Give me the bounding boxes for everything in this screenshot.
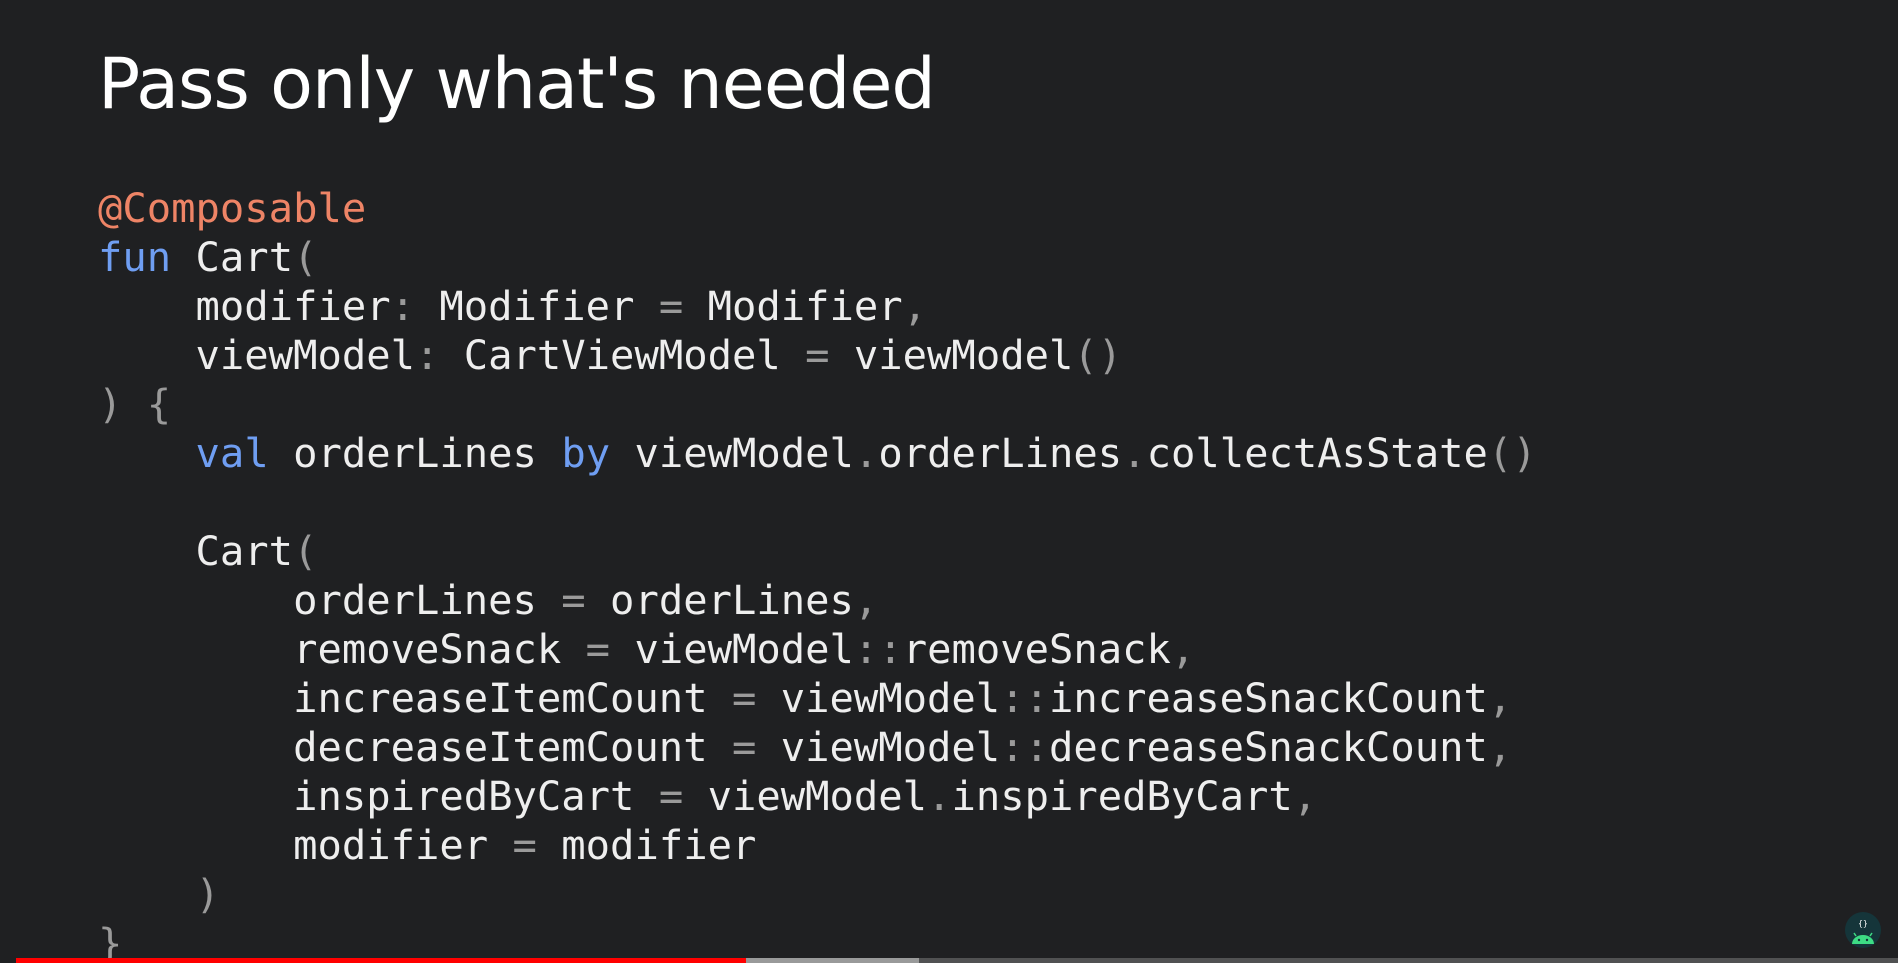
punctuation-token: () [1073,331,1123,379]
punctuation-token: ( [293,527,318,575]
code-line: increaseItemCount = viewModel::increaseS… [98,674,1537,723]
code-line: @Composable [98,184,1537,233]
punctuation-token: ( [293,233,318,281]
progress-played [16,958,747,963]
android-code-icon: {} [1844,911,1882,951]
identifier-token: modifier [98,821,513,869]
punctuation-token: :: [1000,723,1049,771]
keyword-token: val [195,429,269,477]
identifier-token: increaseSnackCount [1048,674,1488,722]
code-line: fun Cart( [98,233,1537,282]
punctuation-token: , [1292,772,1318,820]
identifier-token: viewModel [756,723,1001,771]
identifier-token: modifier [536,821,757,869]
code-line: removeSnack = viewModel::removeSnack, [98,625,1537,674]
identifier-token: Modifier [683,282,903,330]
identifier-token: orderLines [878,429,1123,477]
code-line: ) { [98,380,1537,429]
code-line: viewModel: CartViewModel = viewModel() [98,331,1537,380]
identifier-token: decreaseItemCount [98,723,732,771]
punctuation-token: , [1487,723,1513,771]
punctuation-token: = [731,674,757,722]
identifier-token: modifier [98,282,391,330]
keyword-token: by [561,429,611,477]
punctuation-token: = [561,576,586,624]
identifier-token: Cart [98,527,294,575]
punctuation-token: . [853,429,879,477]
video-slide[interactable]: Pass only what's needed @Composable fun C… [0,0,1898,963]
identifier-token: viewModel [610,625,854,673]
svg-text:{}: {} [1858,919,1868,928]
identifier-token: viewModel [829,331,1074,379]
identifier-token: CartViewModel [439,331,806,379]
punctuation-token: : [414,331,440,379]
keyword-token: fun [98,233,172,281]
punctuation-token: ) { [98,380,172,428]
punctuation-token: = [585,625,611,673]
punctuation-token: = [731,723,757,771]
punctuation-token: ) [98,870,220,918]
annotation-token: @Composable [98,184,367,232]
identifier-token: increaseItemCount [98,674,732,722]
identifier-token: orderLines [268,429,562,477]
identifier-token: removeSnack [98,625,586,673]
identifier-token: viewModel [610,429,854,477]
punctuation-token: , [902,282,928,330]
code-line: decreaseItemCount = viewModel::decreaseS… [98,723,1537,772]
code-line: modifier = modifier [98,821,1537,870]
code-line: inspiredByCart = viewModel.inspiredByCar… [98,772,1537,821]
punctuation-token: = [512,821,537,869]
punctuation-token: = [658,282,684,330]
code-block: @Composable fun Cart( modifier: Modifier … [98,184,1537,963]
punctuation-token: : [390,282,415,330]
punctuation-token: = [805,331,830,379]
identifier-token: orderLines [585,576,854,624]
identifier-token: inspiredByCart [98,772,659,820]
punctuation-token: , [1170,625,1196,673]
android-code-icon-svg: {} [1845,912,1881,948]
code-line: } [98,919,1537,963]
code-line: orderLines = orderLines, [98,576,1537,625]
punctuation-token: , [853,576,879,624]
identifier-token: viewModel [756,674,1001,722]
code-line: val orderLines by viewModel.orderLines.c… [98,429,1537,478]
slide-title: Pass only what's needed [98,43,936,125]
identifier-token: viewModel [98,331,415,379]
code-line: modifier: Modifier = Modifier, [98,282,1537,331]
identifier-token: removeSnack [902,625,1171,673]
identifier-token: collectAsState [1146,429,1488,477]
identifier-token: Modifier [415,282,659,330]
identifier-token: viewModel [683,772,928,820]
code-line: ) [98,870,1537,919]
identifier-token: Cart [171,233,294,281]
punctuation-token: = [658,772,684,820]
punctuation-token: } [98,919,123,963]
punctuation-token: . [927,772,952,820]
punctuation-token: , [1487,674,1513,722]
identifier-token: decreaseSnackCount [1048,723,1488,771]
video-progress-bar[interactable] [16,958,1898,963]
identifier-token [98,429,196,477]
punctuation-token: () [1487,429,1537,477]
code-line: Cart( [98,527,1537,576]
punctuation-token: . [1122,429,1147,477]
identifier-token: inspiredByCart [951,772,1293,820]
punctuation-token: :: [1000,674,1049,722]
identifier-token: orderLines [98,576,562,624]
punctuation-token: :: [853,625,903,673]
